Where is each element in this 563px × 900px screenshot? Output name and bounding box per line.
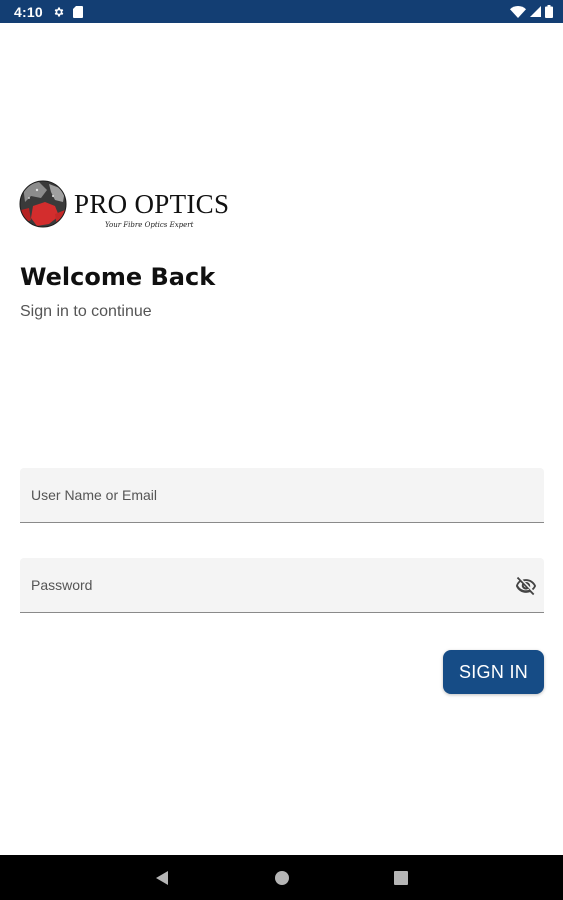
back-button[interactable] <box>132 855 192 900</box>
logo-tagline: Your Fibre Optics Expert <box>105 221 194 229</box>
settings-icon <box>53 6 65 18</box>
home-button[interactable] <box>252 855 312 900</box>
username-field[interactable] <box>20 468 544 523</box>
logo-title: PRO OPTICS <box>74 189 230 219</box>
username-input[interactable] <box>20 468 544 522</box>
back-icon <box>156 870 168 885</box>
recents-button[interactable] <box>371 855 431 900</box>
welcome-title: Welcome Back <box>20 263 216 291</box>
wifi-icon <box>510 5 526 18</box>
visibility-off-icon[interactable] <box>515 575 537 597</box>
status-time: 4:10 <box>14 3 43 20</box>
cell-signal-icon <box>530 6 541 17</box>
sign-in-button[interactable]: SIGN IN <box>443 650 544 694</box>
globe-logo-icon <box>19 180 67 228</box>
password-input[interactable] <box>20 558 544 612</box>
navigation-bar <box>0 855 563 900</box>
pro-optics-logo: PRO OPTICS Your Fibre Optics Expert <box>19 180 229 229</box>
sim-card-icon <box>72 5 83 18</box>
status-left-icons <box>53 5 83 18</box>
password-field[interactable] <box>20 558 544 613</box>
recents-icon <box>394 870 408 885</box>
status-bar: 4:10 <box>0 0 563 23</box>
welcome-subtitle: Sign in to continue <box>20 303 152 320</box>
status-right-icons <box>510 5 553 18</box>
battery-icon <box>545 5 553 18</box>
home-icon <box>275 870 289 885</box>
